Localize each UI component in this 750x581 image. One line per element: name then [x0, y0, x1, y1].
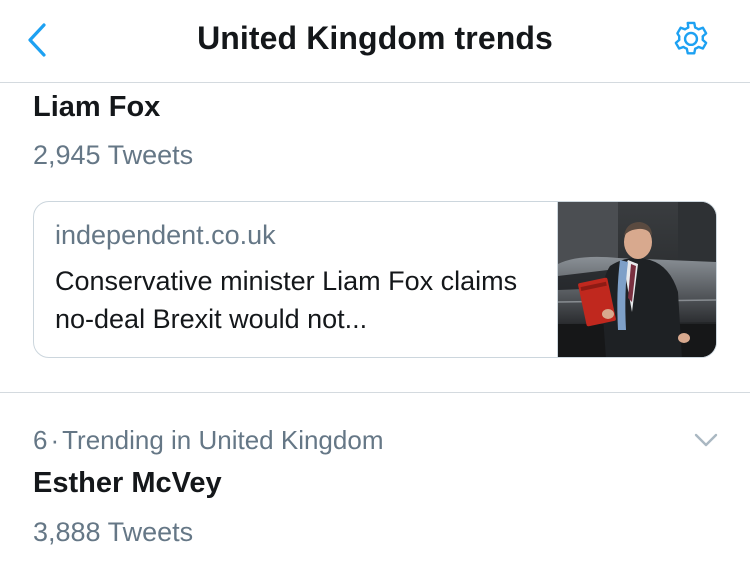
nav-header: United Kingdom trends [0, 0, 750, 83]
trend-menu-button[interactable] [692, 428, 720, 452]
trends-screen: United Kingdom trends Liam Fox 2,945 Twe… [0, 0, 750, 581]
trend-name[interactable]: Esther McVey [33, 467, 222, 500]
trend-name[interactable]: Liam Fox [33, 91, 160, 124]
gear-icon [674, 21, 708, 55]
news-link-card[interactable]: independent.co.uk Conservative minister … [33, 201, 717, 358]
trend-separator: · [50, 425, 60, 455]
divider [0, 392, 750, 393]
trend-location: Trending in United Kingdom [62, 425, 384, 455]
page-title: United Kingdom trends [197, 20, 553, 56]
news-photo-image [557, 202, 716, 357]
trend-tweet-count: 2,945 Tweets [33, 140, 194, 170]
chevron-down-icon [694, 433, 718, 447]
card-headline: Conservative minister Liam Fox claims no… [55, 266, 518, 334]
trend-tweet-count: 3,888 Tweets [33, 517, 194, 547]
settings-button[interactable] [668, 18, 714, 64]
card-domain: independent.co.uk [55, 220, 276, 250]
trend-rank: 6 [33, 425, 48, 455]
card-text: independent.co.uk Conservative minister … [55, 218, 545, 338]
trend-context: 6 · Trending in United Kingdom [33, 425, 383, 456]
card-thumbnail [557, 202, 716, 357]
